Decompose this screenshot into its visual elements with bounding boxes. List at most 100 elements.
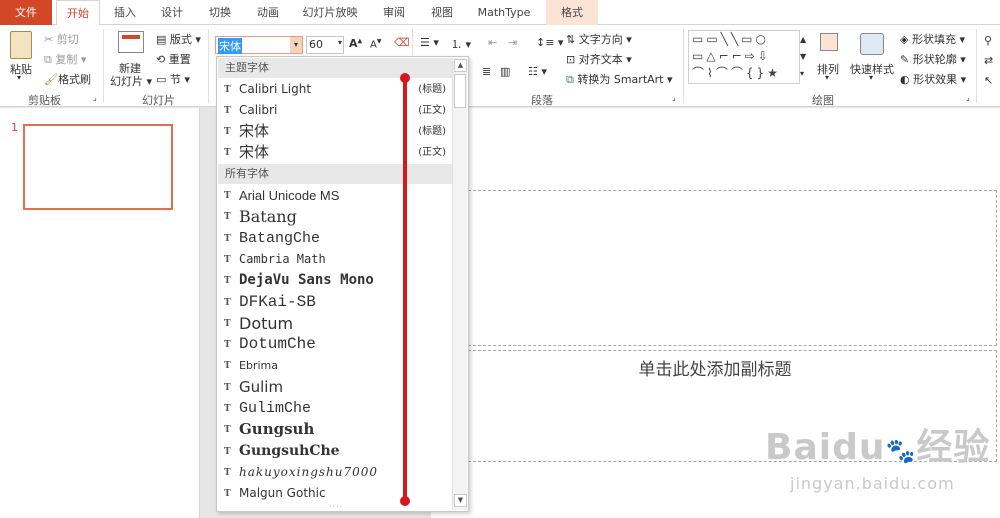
grow-font-icon[interactable]: A▲ <box>349 37 362 50</box>
tab-design[interactable]: 设计 <box>150 0 194 25</box>
editing-icon[interactable]: ⚲ ⇄ ↖ <box>984 31 993 91</box>
shrink-font-icon[interactable]: A▼ <box>370 38 381 50</box>
font-name-dropdown-icon[interactable]: ▾ <box>290 37 302 53</box>
pen-icon: ✎ <box>900 53 910 66</box>
numbering-icon[interactable]: ⒈ ▾ <box>451 36 471 52</box>
reset-button[interactable]: ⟲ 重置 <box>156 51 191 67</box>
font-item-label: 宋体 <box>239 122 270 140</box>
scroll-thumb[interactable] <box>454 74 466 108</box>
new-slide-label-2[interactable]: 幻灯片 ▾ <box>110 73 152 89</box>
drawing-launcher-icon[interactable]: ⌟ <box>966 93 970 102</box>
tab-mathtype[interactable]: MathType <box>468 0 540 25</box>
drawing-group-label: 绘图 <box>812 94 834 107</box>
font-item-calibri[interactable]: T Calibri (正文) <box>218 100 452 121</box>
font-item[interactable]: T Ebrima <box>218 355 452 376</box>
font-item-label: Calibri Light <box>239 82 312 96</box>
font-item-songti-body[interactable]: T 宋体 (正文) <box>218 142 452 163</box>
font-item[interactable]: T DotumChe <box>218 334 452 355</box>
section-button[interactable]: ▭ 节 ▾ <box>156 71 190 87</box>
scroll-down-icon[interactable]: ▼ <box>454 494 467 507</box>
shape-fill-button[interactable]: ◈ 形状填充 ▾ <box>900 31 965 47</box>
font-item-songti-heading[interactable]: T 宋体 (标题) <box>218 121 452 142</box>
font-item[interactable]: T GungsuhChe <box>218 441 452 462</box>
tab-format[interactable]: 格式 <box>546 0 598 25</box>
distributed-icon[interactable]: ▥ <box>500 65 510 78</box>
truetype-icon: T <box>224 489 231 500</box>
format-painter-button[interactable]: 🖌格式刷 <box>44 71 91 87</box>
tab-insert[interactable]: 插入 <box>104 0 146 25</box>
tab-file[interactable]: 文件 <box>0 0 52 25</box>
font-item[interactable]: T Gulim <box>218 377 452 398</box>
font-item[interactable]: T DejaVu Sans Mono <box>218 270 452 291</box>
font-item[interactable]: T DFKai-SB <box>218 292 452 313</box>
shapes-row-1: ▭▭╲╲▭○ <box>692 32 769 46</box>
tab-transitions[interactable]: 切换 <box>198 0 242 25</box>
smartart-icon: ⧉ <box>566 73 574 86</box>
paste-icon[interactable] <box>10 31 32 59</box>
smartart-button[interactable]: ⧉ 转换为 SmartArt ▾ <box>566 71 673 87</box>
font-item-label: DFKai-SB <box>239 292 316 311</box>
tab-home[interactable]: 开始 <box>56 0 100 26</box>
columns-icon[interactable]: ☷ ▾ <box>528 65 547 78</box>
paragraph-launcher-icon[interactable]: ⌟ <box>672 93 676 102</box>
font-name-box[interactable]: 宋体 ▾ <box>215 36 303 54</box>
quick-styles-icon[interactable] <box>860 33 884 55</box>
font-dropdown[interactable]: 主题字体 T Calibri Light (标题) T Calibri (正文)… <box>216 56 469 512</box>
tab-slideshow[interactable]: 幻灯片放映 <box>294 0 366 25</box>
shape-fill-label: 形状填充 <box>911 33 956 46</box>
copy-button[interactable]: ⧉ 复制 ▾ <box>44 51 86 67</box>
resize-grip[interactable]: ···· <box>329 502 343 511</box>
font-item[interactable]: T GulimChe <box>218 398 452 419</box>
clipboard-launcher-icon[interactable]: ⌟ <box>93 93 97 102</box>
font-item[interactable]: T Dotum <box>218 313 452 334</box>
shapes-more-icon[interactable]: ▲ ▼ ▾ <box>800 31 806 82</box>
clear-format-icon[interactable]: ⌫ <box>394 36 410 49</box>
align-text-label: 对齐文本 <box>578 53 623 66</box>
font-size-box[interactable]: 60 ▾ <box>306 36 344 54</box>
font-item-label: 宋体 <box>239 143 270 161</box>
slide-thumbnail[interactable] <box>23 124 173 210</box>
brush-icon: 🖌 <box>44 73 58 86</box>
slides-group-label: 幻灯片 <box>142 94 175 107</box>
font-item[interactable]: T Cambria Math <box>218 249 452 270</box>
all-fonts-header: 所有字体 <box>218 164 452 184</box>
tab-view[interactable]: 视图 <box>420 0 464 25</box>
font-item-label: Gulim <box>239 377 284 396</box>
font-item[interactable]: T BatangChe <box>218 228 452 249</box>
dropdown-scrollbar[interactable]: ▲ ▼ <box>452 58 467 510</box>
layout-button[interactable]: ▤ 版式 ▾ <box>156 31 201 47</box>
increase-indent-icon[interactable]: ⇥ <box>508 36 517 49</box>
font-item-label: Dotum <box>239 313 294 333</box>
shapes-gallery[interactable]: ▭▭╲╲▭○ ▭△⌐⌐⇨⇩ ⌒⌇⌒⌒{}★ <box>688 30 800 84</box>
text-direction-button[interactable]: ⇅ 文字方向 ▾ <box>566 31 632 47</box>
arrange-dropdown-icon[interactable]: ▾ <box>825 73 829 82</box>
justify-icon[interactable]: ≣ <box>482 65 491 78</box>
font-item-calibri-light[interactable]: T Calibri Light (标题) <box>218 79 452 100</box>
bullets-icon[interactable]: ☰ ▾ <box>420 36 439 49</box>
tab-review[interactable]: 审阅 <box>372 0 416 25</box>
font-item[interactable]: Thakuyoxingshu7000 <box>218 462 452 483</box>
font-size-dropdown-icon[interactable]: ▾ <box>338 38 342 47</box>
scroll-up-icon[interactable]: ▲ <box>454 59 467 72</box>
line-spacing-icon[interactable]: ↕≡ ▾ <box>536 36 563 49</box>
shape-effects-button[interactable]: ◐ 形状效果 ▾ <box>900 71 966 87</box>
font-name-input[interactable]: 宋体 <box>218 38 242 54</box>
paste-dropdown-icon[interactable]: ▾ <box>17 73 21 82</box>
title-placeholder[interactable] <box>433 190 997 346</box>
cut-button[interactable]: ✂ 剪切 <box>44 31 79 47</box>
font-size-input[interactable]: 60 <box>309 38 323 51</box>
font-item[interactable]: T Gungsuh <box>218 419 452 440</box>
shape-outline-button[interactable]: ✎ 形状轮廓 ▾ <box>900 51 966 67</box>
arrange-icon[interactable] <box>820 33 838 51</box>
align-text-button[interactable]: ⊡ 对齐文本 ▾ <box>566 51 632 67</box>
decrease-indent-icon[interactable]: ⇤ <box>488 36 497 49</box>
truetype-icon: T <box>224 297 231 308</box>
tab-animations[interactable]: 动画 <box>246 0 290 25</box>
font-item[interactable]: T Batang <box>218 206 452 227</box>
new-slide-icon[interactable] <box>118 31 144 53</box>
font-item-tag: (正文) <box>418 105 446 116</box>
baidu-paw-icon: 🐾 <box>885 437 917 465</box>
truetype-icon: T <box>224 318 231 329</box>
font-item[interactable]: T Arial Unicode MS <box>218 185 452 206</box>
quick-styles-dropdown-icon[interactable]: ▾ <box>869 73 873 82</box>
